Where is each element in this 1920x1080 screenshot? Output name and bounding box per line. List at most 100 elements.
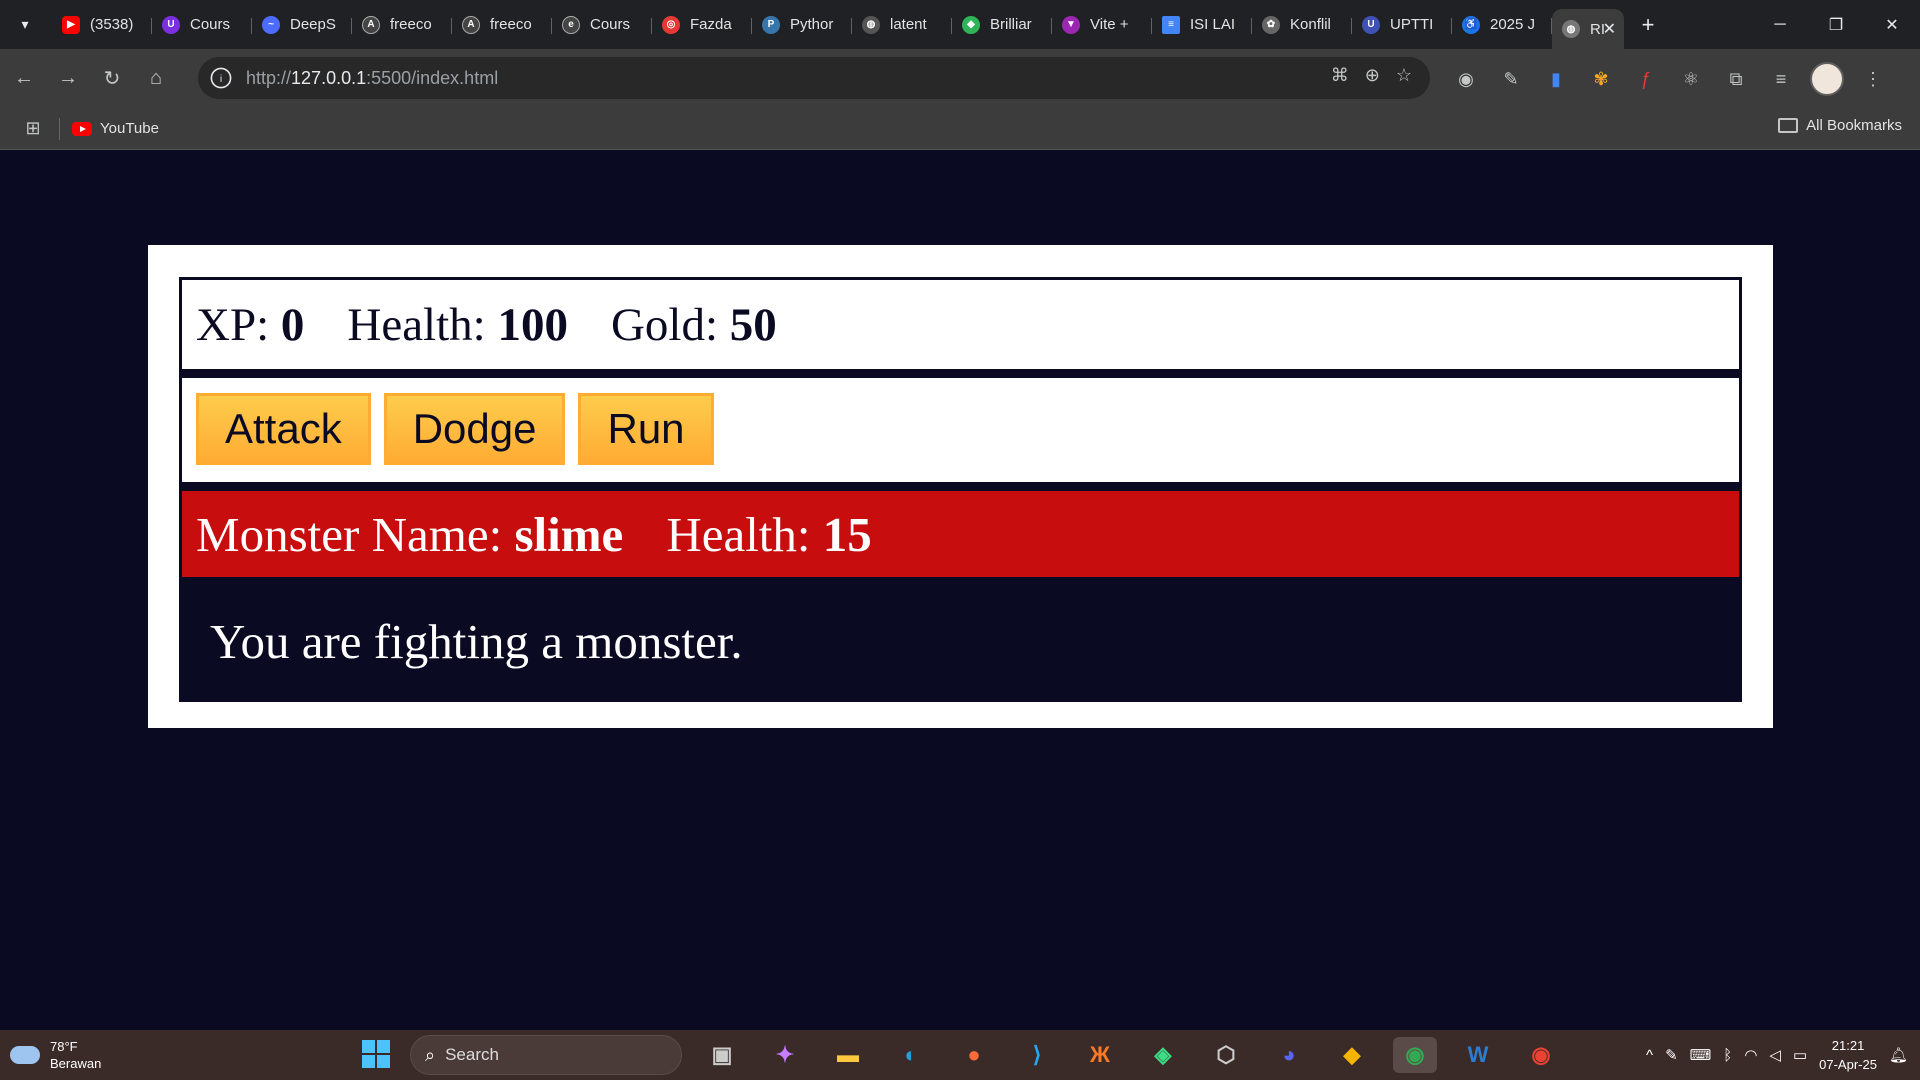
react-devtools-icon[interactable]: ⚛: [1675, 63, 1707, 95]
monster-name-stat: Monster Name: slime: [196, 506, 623, 563]
media-control-icon[interactable]: ≡: [1765, 63, 1797, 95]
bluetooth-icon[interactable]: ᛒ: [1723, 1047, 1732, 1064]
notification-bell-icon[interactable]: 🔔︎: [1889, 1046, 1908, 1064]
browser-tab[interactable]: ≡ ISI LAI: [1152, 8, 1252, 42]
gold-label: Gold:: [610, 298, 719, 351]
task-view-icon[interactable]: ▣: [700, 1037, 744, 1073]
all-bookmarks-button[interactable]: All Bookmarks: [1778, 117, 1902, 134]
game-message: You are fighting a monster.: [179, 580, 1742, 702]
bookmark-star-icon[interactable]: ☆: [1396, 65, 1412, 86]
weather-widget[interactable]: 78°F Berawan: [10, 1038, 101, 1072]
browser-tab[interactable]: Afreeco: [452, 8, 552, 42]
close-tab-icon[interactable]: ✕: [1603, 19, 1616, 39]
chevron-up-icon[interactable]: ^: [1646, 1047, 1653, 1064]
clock-time: 21:21: [1831, 1038, 1865, 1053]
browser-tab[interactable]: Afreeco: [352, 8, 452, 42]
browser-tab[interactable]: ♿ 2025 J: [1452, 8, 1552, 42]
window-controls: ─ ❐ ✕: [1752, 0, 1920, 49]
app-icon[interactable]: ◈: [1141, 1037, 1185, 1073]
system-tray: ^ ✎ ⌨ ᛒ ◠ ◁ ▭ 21:21 07-Apr-25 🔔︎: [1646, 1036, 1908, 1074]
keyboard-icon[interactable]: ⌨: [1690, 1046, 1712, 1064]
freecodecamp-icon: A: [462, 15, 480, 34]
site-info-icon[interactable]: i: [210, 67, 232, 89]
xampp-icon[interactable]: Ж: [1078, 1037, 1122, 1073]
word-icon[interactable]: W: [1456, 1037, 1500, 1073]
site-icon: ◎: [662, 15, 680, 34]
run-button[interactable]: Run: [578, 393, 714, 465]
discord-icon[interactable]: ◕: [1267, 1037, 1311, 1073]
copilot-icon[interactable]: ✦: [763, 1037, 807, 1073]
search-placeholder: Search: [445, 1045, 499, 1064]
chrome-profile-icon[interactable]: ◉: [1519, 1037, 1563, 1073]
close-window-button[interactable]: ✕: [1864, 0, 1920, 49]
menu-kebab-icon[interactable]: ⋮: [1857, 63, 1889, 95]
browser-tab[interactable]: e Cours: [552, 8, 652, 42]
home-icon[interactable]: ⌂: [136, 59, 176, 99]
app-icon[interactable]: ⬡: [1204, 1037, 1248, 1073]
all-bookmarks-label: All Bookmarks: [1806, 117, 1902, 134]
tab-search-button[interactable]: ▾: [8, 8, 42, 42]
freecodecamp-icon: A: [362, 15, 380, 34]
url-text[interactable]: http://127.0.0.1:5500/index.html: [246, 68, 498, 89]
tabs-container: ▶ (3538) U Cours ~ DeepS Afreeco Afreeco eC…: [52, 0, 1624, 49]
tab-label: (3538): [90, 16, 134, 33]
tab-label: freeco: [490, 16, 532, 33]
extensions-puzzle-icon[interactable]: ⧉: [1720, 63, 1752, 95]
eyedropper-icon[interactable]: ✎: [1495, 63, 1527, 95]
profile-avatar[interactable]: [1810, 62, 1844, 96]
tab-label: latent: [890, 16, 927, 33]
browser-tab[interactable]: ◍ latent: [852, 8, 952, 42]
address-bar[interactable]: i http://127.0.0.1:5500/index.html ⌘ ⊕ ☆: [198, 57, 1430, 99]
clock[interactable]: 21:21 07-Apr-25: [1819, 1036, 1877, 1074]
restore-button[interactable]: ❐: [1808, 0, 1864, 49]
start-button-windows-icon[interactable]: [362, 1040, 390, 1068]
bookmark-youtube[interactable]: YouTube: [72, 120, 159, 137]
tab-strip: ▾ ▶ (3538) U Cours ~ DeepS Afreeco Afreeco …: [0, 0, 1920, 49]
new-tab-button[interactable]: +: [1632, 9, 1664, 41]
vscode-icon[interactable]: ⟩: [1015, 1037, 1059, 1073]
browser-tab[interactable]: U Cours: [152, 8, 252, 42]
browser-tab[interactable]: ◆ Brilliar: [952, 8, 1052, 42]
browser-tab[interactable]: P Pythor: [752, 8, 852, 42]
forward-icon[interactable]: →: [48, 59, 88, 99]
course-icon: U: [162, 15, 180, 34]
browser-tab[interactable]: ✿ Konflil: [1252, 8, 1352, 42]
gold-stat: Gold: 50: [611, 298, 777, 352]
extension-icon[interactable]: ▮: [1540, 63, 1572, 95]
zoom-icon[interactable]: ⊕: [1365, 65, 1380, 86]
tab-label: freeco: [390, 16, 432, 33]
browser-tab[interactable]: ▼ Vite +: [1052, 8, 1152, 42]
extension-icon[interactable]: ◉: [1450, 63, 1482, 95]
back-icon[interactable]: ←: [4, 59, 44, 99]
wifi-icon[interactable]: ◠: [1744, 1046, 1757, 1064]
reload-icon[interactable]: ↻: [92, 59, 132, 99]
player-stats: XP: 0 Health: 100 Gold: 50: [179, 277, 1742, 372]
apps-grid-icon[interactable]: ⊞: [17, 113, 49, 145]
python-icon: P: [762, 15, 780, 34]
attack-button[interactable]: Attack: [196, 393, 371, 465]
translate-icon[interactable]: ⌘: [1331, 65, 1349, 86]
postman-icon[interactable]: ●: [952, 1037, 996, 1073]
minimize-button[interactable]: ─: [1752, 0, 1808, 49]
browser-tab-active[interactable]: ◍ RI ✕: [1552, 9, 1624, 49]
tab-label: Vite +: [1090, 16, 1129, 33]
deepseek-icon: ~: [262, 15, 280, 34]
xp-value: 0: [280, 298, 305, 351]
chrome-icon[interactable]: ◉: [1393, 1037, 1437, 1073]
browser-tab[interactable]: ~ DeepS: [252, 8, 352, 42]
browser-tab[interactable]: ▶ (3538): [52, 8, 152, 42]
taskbar-search[interactable]: ⌕ Search: [410, 1035, 682, 1075]
volume-icon[interactable]: ◁: [1769, 1046, 1781, 1064]
cloud-icon: [10, 1046, 40, 1064]
battery-icon[interactable]: ▭: [1793, 1046, 1807, 1064]
extension-icon[interactable]: ƒ: [1630, 63, 1662, 95]
browser-tab[interactable]: ◎ Fazda: [652, 8, 752, 42]
extension-icon[interactable]: ✾: [1585, 63, 1617, 95]
pen-icon[interactable]: ✎: [1665, 1046, 1678, 1064]
edge-icon[interactable]: ◐: [889, 1037, 933, 1073]
dodge-button[interactable]: Dodge: [383, 393, 566, 465]
browser-tab[interactable]: U UPTTI: [1352, 8, 1452, 42]
tab-label: Brilliar: [990, 16, 1032, 33]
file-explorer-icon[interactable]: ▬: [826, 1037, 870, 1073]
app-icon[interactable]: ◆: [1330, 1037, 1374, 1073]
